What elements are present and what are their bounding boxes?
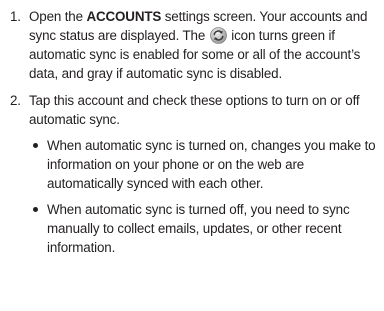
bullet-text: When automatic sync is turned off, you n… <box>47 202 350 255</box>
step-number: 1. <box>10 9 21 24</box>
step-1: 1. Open the ACCOUNTS settings screen. Yo… <box>6 7 378 83</box>
step-2: 2. Tap this account and check these opti… <box>6 91 378 257</box>
sync-icon <box>209 27 227 44</box>
bullet-list: When automatic sync is turned on, change… <box>29 136 378 257</box>
bullet-text: When automatic sync is turned on, change… <box>47 138 376 191</box>
step-text: Tap this account and check these options… <box>29 93 360 127</box>
bullet-dot <box>33 207 38 212</box>
accounts-label: ACCOUNTS <box>86 9 162 24</box>
bullet-item: When automatic sync is turned on, change… <box>29 136 378 193</box>
step-number: 2. <box>10 93 21 108</box>
bullet-dot <box>33 143 38 148</box>
bullet-item: When automatic sync is turned off, you n… <box>29 200 378 257</box>
step-text-start: Open the <box>29 9 87 24</box>
instructions-document: 1. Open the ACCOUNTS settings screen. Yo… <box>0 0 384 311</box>
